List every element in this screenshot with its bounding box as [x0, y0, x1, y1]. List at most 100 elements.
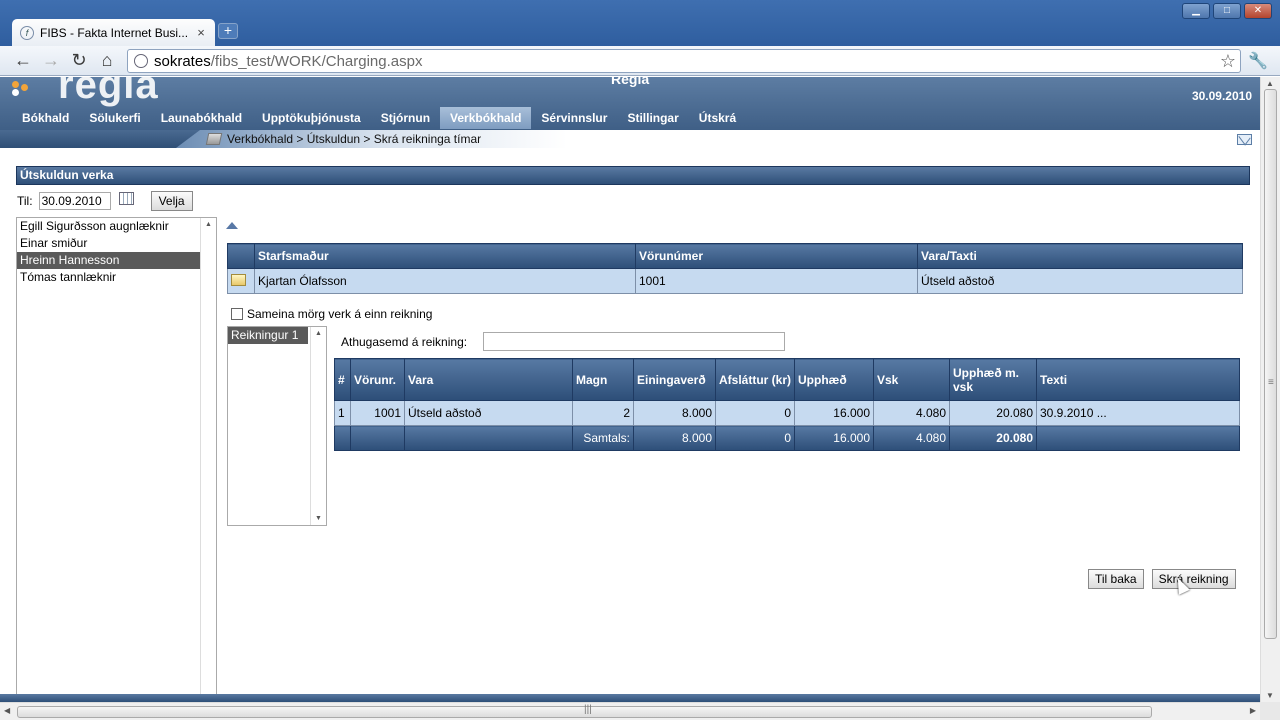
breadcrumb-text: Verkbókhald > Útskuldun > Skrá reikninga… — [227, 132, 482, 146]
scroll-down-icon[interactable]: ▼ — [315, 515, 322, 522]
combine-checkbox[interactable] — [231, 308, 243, 320]
job-product-no: 1001 — [635, 268, 918, 294]
menu-item[interactable]: Upptökuþjónusta — [252, 107, 371, 129]
menu-item[interactable]: Útskrá — [689, 107, 746, 129]
address-bar[interactable]: sokrates/fibs_test/WORK/Charging.aspx ☆ — [127, 49, 1241, 73]
note-input[interactable] — [483, 332, 785, 351]
line-cell: 0 — [715, 400, 795, 426]
total-cell — [334, 425, 351, 451]
browser-tab[interactable]: f FIBS - Fakta Internet Busi... × — [12, 19, 215, 46]
list-item[interactable]: Tómas tannlæknir — [17, 269, 200, 286]
col-employee: Starfsmaður — [254, 243, 636, 269]
menu-item[interactable]: Bókhald — [12, 107, 79, 129]
subheader-accent — [0, 130, 200, 148]
line-cell: 4.080 — [873, 400, 950, 426]
scroll-left-icon[interactable]: ◀ — [4, 706, 10, 715]
line-col-header: Vara — [404, 358, 573, 401]
list-item[interactable]: Reikningur 1 — [228, 327, 308, 344]
line-cell: 16.000 — [794, 400, 874, 426]
page-vertical-scrollbar[interactable]: ▲ ≡ ▼ — [1260, 77, 1280, 702]
breadcrumb-icon — [205, 133, 223, 145]
close-window-button[interactable]: ✕ — [1244, 3, 1272, 19]
list-item[interactable]: Einar smiður — [17, 235, 200, 252]
new-tab-button[interactable]: + — [218, 23, 238, 39]
wrench-icon[interactable]: 🔧 — [1248, 51, 1268, 71]
line-col-header: Texti — [1036, 358, 1240, 401]
line-col-header: # — [334, 358, 351, 401]
total-cell: 4.080 — [873, 425, 950, 451]
total-cell — [1036, 425, 1240, 451]
menu-item[interactable]: Stjórnun — [371, 107, 440, 129]
total-cell: 0 — [715, 425, 795, 451]
invoice-lines-table: # Vörunr. Vara Magn Einingaverð Afsláttur (kr… — [334, 358, 1240, 451]
minimize-button[interactable]: ▁ — [1182, 3, 1210, 19]
invoice-list-scrollbar[interactable]: ▲ ▼ — [310, 327, 326, 525]
calendar-icon[interactable] — [118, 191, 134, 205]
app-title: Regla — [611, 77, 650, 87]
table-row[interactable]: Kjartan Ólafsson 1001 Útseld aðstoð — [227, 268, 1243, 294]
total-cell — [350, 425, 405, 451]
line-col-header: Afsláttur (kr) — [715, 358, 795, 401]
action-buttons: Til baka Skrá reikning — [1088, 569, 1236, 589]
til-date-input[interactable] — [38, 192, 111, 210]
home-icon[interactable]: ⌂ — [96, 51, 118, 71]
job-employee: Kjartan Ólafsson — [254, 268, 636, 294]
register-invoice-button[interactable]: Skrá reikning — [1151, 569, 1236, 589]
page-horizontal-scrollbar[interactable]: ◀ ||| ▶ — [0, 702, 1260, 720]
back-arrow-icon[interactable]: ← — [12, 51, 34, 71]
scroll-up-icon[interactable]: ▲ — [1266, 79, 1274, 88]
tab-title: FIBS - Fakta Internet Busi... — [40, 25, 189, 40]
browser-titlebar: f FIBS - Fakta Internet Busi... × + ▁ □ … — [0, 0, 1280, 46]
menu-item[interactable]: Stillingar — [617, 107, 688, 129]
scroll-right-icon[interactable]: ▶ — [1250, 706, 1256, 715]
total-row: Samtals: 8.000 0 16.000 4.080 20.080 — [334, 425, 1240, 451]
app-logo: regla — [58, 77, 159, 107]
combine-option[interactable]: Sameina mörg verk á einn reikning — [231, 307, 432, 321]
employee-list-scrollbar[interactable]: ▲ — [200, 218, 216, 702]
scrollbar-corner — [1260, 702, 1280, 720]
logo-dots-icon — [12, 79, 42, 96]
col-product-no: Vörunúmer — [635, 243, 918, 269]
window-controls: ▁ □ ✕ — [1182, 3, 1272, 19]
note-label: Athugasemd á reikning: — [341, 335, 468, 349]
list-item[interactable]: Egill Sigurðsson augnlæknir — [17, 218, 200, 235]
collapse-up-icon[interactable] — [226, 222, 238, 229]
breadcrumb: Verkbókhald > Útskuldun > Skrá reikninga… — [205, 132, 482, 146]
table-row[interactable]: 1 1001 Útseld aðstoð 2 8.000 0 16.000 4.080 20.0… — [334, 400, 1240, 426]
url-host: sokrates — [154, 52, 211, 70]
menu-item[interactable]: Sölukerfi — [79, 107, 150, 129]
page-viewport: regla Regla 30.09.2010 Bókhald Sölukerfi L… — [0, 77, 1260, 702]
scroll-up-icon[interactable]: ▲ — [205, 221, 212, 228]
line-col-header: Einingaverð — [633, 358, 716, 401]
maximize-button[interactable]: □ — [1213, 3, 1241, 19]
forward-arrow-icon[interactable]: → — [40, 51, 62, 71]
mail-icon[interactable] — [1237, 134, 1252, 145]
scroll-down-icon[interactable]: ▼ — [1266, 691, 1274, 700]
job-note-cell[interactable] — [227, 268, 255, 294]
list-item[interactable]: Hreinn Hannesson — [17, 252, 200, 269]
total-cell: Samtals: — [572, 425, 634, 451]
total-cell: 20.080 — [949, 425, 1037, 451]
total-cell: 16.000 — [794, 425, 874, 451]
velja-button[interactable]: Velja — [150, 191, 193, 211]
menu-item[interactable]: Verkbókhald — [440, 107, 532, 129]
scroll-up-icon[interactable]: ▲ — [315, 330, 322, 337]
browser-toolbar: ← → ↻ ⌂ sokrates/fibs_test/WORK/Charging… — [0, 46, 1280, 76]
menu-item[interactable]: Launabókhald — [151, 107, 252, 129]
combine-label: Sameina mörg verk á einn reikning — [247, 307, 433, 321]
total-cell — [404, 425, 573, 451]
job-item: Útseld aðstoð — [917, 268, 1243, 294]
note-icon[interactable] — [231, 273, 246, 286]
vertical-scroll-thumb[interactable] — [1264, 89, 1277, 639]
bookmark-star-icon[interactable]: ☆ — [1220, 51, 1236, 72]
app-date: 30.09.2010 — [1191, 89, 1252, 103]
tab-close-icon[interactable]: × — [195, 25, 207, 40]
menu-item[interactable]: Sérvinnslur — [531, 107, 617, 129]
line-cell: 20.080 — [949, 400, 1037, 426]
line-cell: 1 — [334, 400, 351, 426]
reload-icon[interactable]: ↻ — [68, 51, 90, 71]
line-col-header: Magn — [572, 358, 634, 401]
grip-icon: ||| — [584, 704, 592, 715]
line-col-header: Vörunr. — [350, 358, 405, 401]
back-button[interactable]: Til baka — [1088, 569, 1144, 589]
